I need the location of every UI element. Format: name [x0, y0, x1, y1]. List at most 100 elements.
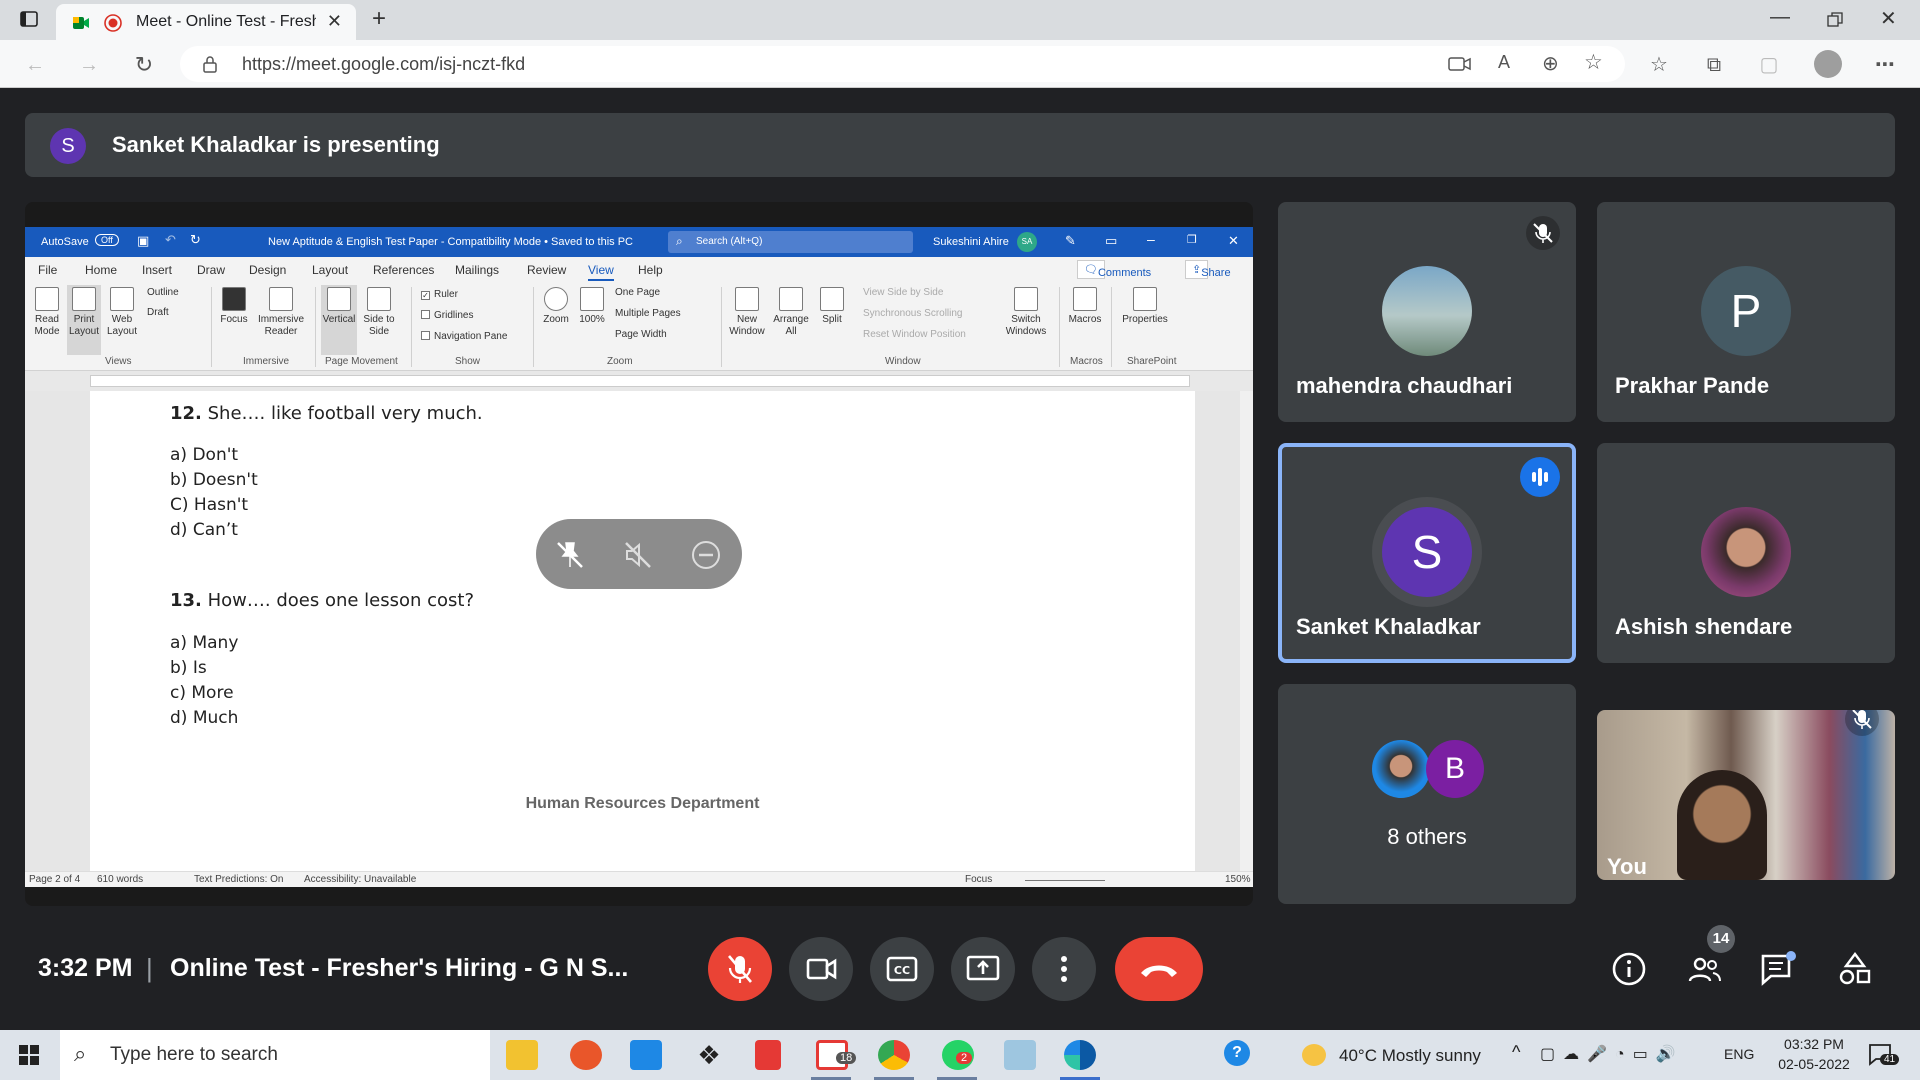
profile-avatar[interactable]	[1814, 50, 1842, 78]
word-count[interactable]: 610 words	[97, 874, 143, 885]
chrome-icon[interactable]	[878, 1040, 910, 1070]
multiple-pages-button[interactable]: Multiple Pages	[615, 308, 681, 319]
minimize-icon[interactable]: —	[1770, 6, 1790, 29]
mail-icon[interactable]	[630, 1040, 662, 1070]
word-restore-icon[interactable]: ❐	[1187, 233, 1197, 246]
meeting-details-icon[interactable]	[1610, 950, 1648, 988]
restore-icon[interactable]	[1827, 12, 1843, 28]
word-search-box[interactable]: ⌕ Search (Alt+Q)	[668, 231, 913, 253]
others-tile[interactable]: B 8 others	[1278, 684, 1576, 904]
participant-tile[interactable]: mahendra chaudhari	[1278, 202, 1576, 422]
browser-tab[interactable]: Meet - Online Test - Fresher ✕	[56, 4, 356, 40]
save-icon[interactable]: ▣	[137, 233, 149, 249]
chat-icon[interactable]	[1759, 950, 1797, 988]
word-close-icon[interactable]: ✕	[1228, 233, 1239, 249]
app-icon[interactable]	[570, 1040, 602, 1070]
gridlines-checkbox[interactable]: Gridlines	[421, 310, 473, 321]
windows-start-icon[interactable]	[19, 1045, 39, 1065]
help-icon[interactable]: ?	[1224, 1040, 1250, 1066]
system-tray-icons[interactable]: ▢☁🎤◔▭🔊	[1540, 1044, 1684, 1064]
meeting-name[interactable]: Online Test - Fresher's Hiring - G N S..…	[170, 954, 628, 983]
end-call-button[interactable]	[1115, 937, 1203, 1001]
clock[interactable]: 03:32 PM 02-05-2022	[1778, 1036, 1850, 1072]
mic-off-button[interactable]	[708, 937, 772, 1001]
extensions-icon[interactable]: ▢	[1758, 54, 1780, 76]
zoom-icon[interactable]: ⊕	[1542, 51, 1559, 76]
sync-scrolling-button[interactable]: Synchronous Scrolling	[863, 308, 963, 319]
forward-icon[interactable]: →	[78, 54, 100, 76]
ruler-checkbox[interactable]: ✓ Ruler	[421, 289, 458, 300]
participant-tile[interactable]: P Prakhar Pande	[1597, 202, 1895, 422]
present-button[interactable]	[951, 937, 1015, 1001]
one-page-button[interactable]: One Page	[615, 287, 660, 298]
page-count[interactable]: Page 2 of 4	[29, 874, 80, 885]
user-initials-avatar[interactable]: SA	[1017, 232, 1037, 252]
edge-icon[interactable]	[1064, 1040, 1096, 1070]
share-button[interactable]: ⇪ Share	[1185, 260, 1231, 279]
tab-design[interactable]: Design	[249, 263, 286, 277]
lock-icon[interactable]	[202, 55, 218, 73]
taskbar-search[interactable]: ⌕ Type here to search	[60, 1030, 490, 1080]
dropbox-icon[interactable]: ❖	[693, 1040, 725, 1070]
autosave-toggle[interactable]: Off	[95, 234, 119, 246]
read-mode-button[interactable]: Read Mode	[30, 287, 64, 338]
tab-draw[interactable]: Draw	[197, 263, 225, 277]
text-predictions[interactable]: Text Predictions: On	[194, 874, 283, 885]
refresh-icon[interactable]: ↻	[133, 54, 155, 76]
collections-icon[interactable]: ⧉	[1703, 54, 1725, 76]
view-side-by-side-button[interactable]: View Side by Side	[863, 287, 943, 298]
tab-references[interactable]: References	[373, 263, 434, 277]
weather-text[interactable]: 40°C Mostly sunny	[1339, 1046, 1481, 1066]
activities-icon[interactable]	[1836, 950, 1874, 988]
more-options-button[interactable]	[1032, 937, 1096, 1001]
zoom-100-button[interactable]: 100%	[577, 287, 607, 326]
page-width-button[interactable]: Page Width	[615, 329, 667, 340]
office-icon[interactable]	[755, 1040, 781, 1070]
split-button[interactable]: Split	[815, 287, 849, 326]
pen-icon[interactable]: ✎	[1065, 233, 1076, 249]
macros-button[interactable]: Macros	[1065, 287, 1105, 326]
tab-insert[interactable]: Insert	[142, 263, 172, 277]
side-to-side-button[interactable]: Side to Side	[361, 287, 397, 338]
show-hidden-icons[interactable]: ^	[1512, 1042, 1520, 1063]
draft-button[interactable]: Draft	[147, 307, 169, 318]
participant-tile-speaking[interactable]: S Sanket Khaladkar	[1278, 443, 1576, 663]
document-page[interactable]: 12. She…. like football very much. a) Do…	[90, 391, 1195, 871]
language-indicator[interactable]: ENG	[1724, 1046, 1754, 1062]
zoom-slider[interactable]	[1025, 880, 1105, 881]
read-aloud-icon[interactable]: A	[1498, 52, 1510, 73]
navigation-pane-checkbox[interactable]: Navigation Pane	[421, 331, 507, 342]
outline-button[interactable]: Outline	[147, 287, 179, 298]
reset-window-position-button[interactable]: Reset Window Position	[863, 329, 966, 340]
camera-permission-icon[interactable]	[1448, 55, 1472, 73]
captions-button[interactable]: CC	[870, 937, 934, 1001]
focus-button[interactable]: Focus	[217, 287, 251, 326]
remove-icon[interactable]	[690, 539, 722, 571]
mute-audio-icon[interactable]	[622, 539, 654, 571]
tab-file[interactable]: File	[38, 263, 57, 277]
close-window-icon[interactable]: ✕	[1880, 6, 1897, 31]
tab-mailings[interactable]: Mailings	[455, 263, 499, 277]
zoom-level[interactable]: 150%	[1225, 874, 1251, 885]
properties-button[interactable]: Properties	[1117, 287, 1173, 326]
new-tab-icon[interactable]: +	[372, 5, 386, 33]
immersive-reader-button[interactable]: Immersive Reader	[255, 287, 307, 338]
tab-help[interactable]: Help	[638, 263, 663, 277]
tab-review[interactable]: Review	[527, 263, 566, 277]
tab-layout[interactable]: Layout	[312, 263, 348, 277]
ribbon-display-icon[interactable]: ▭	[1105, 233, 1117, 249]
vertical-button[interactable]: Vertical	[321, 285, 357, 355]
vertical-scrollbar[interactable]	[1240, 391, 1253, 871]
close-tab-icon[interactable]: ✕	[327, 11, 342, 32]
back-icon[interactable]: ←	[24, 54, 46, 76]
word-minimize-icon[interactable]: –	[1147, 231, 1155, 247]
more-icon[interactable]: ⋯	[1874, 54, 1896, 76]
print-layout-button[interactable]: Print Layout	[67, 285, 101, 355]
new-window-button[interactable]: New Window	[727, 287, 767, 338]
arrange-all-button[interactable]: Arrange All	[771, 287, 811, 338]
weather-icon[interactable]	[1302, 1044, 1326, 1066]
self-video-tile[interactable]: You	[1597, 710, 1895, 880]
tab-actions-icon[interactable]	[20, 10, 38, 28]
undo-icon[interactable]: ↶	[165, 232, 176, 248]
redo-icon[interactable]: ↻	[190, 232, 201, 248]
